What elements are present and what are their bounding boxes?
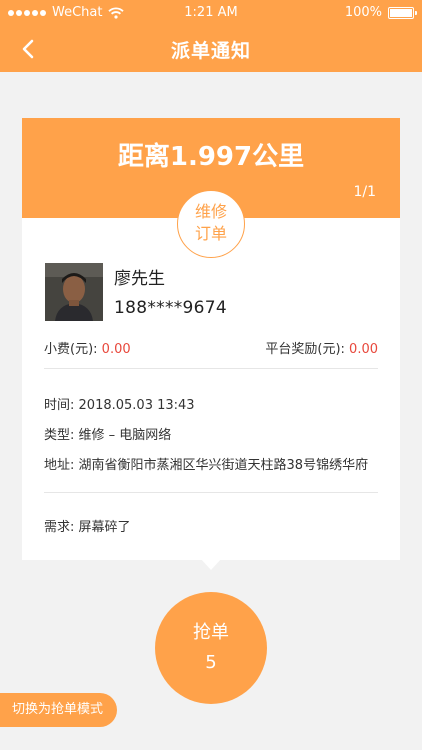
customer-name: 廖先生	[114, 269, 165, 289]
time-row: 时间: 2018.05.03 13:43	[44, 394, 195, 413]
reward-label: 平台奖励(元):	[265, 342, 345, 357]
platform-reward: 平台奖励(元): 0.00	[265, 338, 378, 357]
address-value: 湖南省衡阳市蒸湘区华兴街道天柱路38号锦绣华府	[78, 458, 369, 473]
customer-phone[interactable]: 188****9674	[114, 298, 227, 318]
page-title: 派单通知	[170, 40, 251, 62]
address-label: 地址:	[44, 458, 75, 473]
battery-label: 100%	[344, 5, 382, 20]
need-label: 需求:	[44, 520, 75, 535]
grab-order-label: 抢单	[193, 622, 229, 643]
type-value: 维修 – 电脑网络	[78, 428, 172, 443]
navigation-bar: 派单通知	[0, 26, 422, 72]
time-label: 时间:	[44, 398, 75, 413]
tip-amount: 小费(元): 0.00	[44, 338, 131, 357]
card-pointer	[200, 558, 222, 570]
avatar	[45, 263, 103, 321]
tip-value: 0.00	[101, 342, 131, 357]
switch-mode-button[interactable]: 切换为抢单模式	[0, 693, 118, 727]
divider	[44, 492, 378, 493]
avatar-image	[45, 263, 103, 321]
order-type-line2: 订单	[194, 224, 227, 243]
order-type-line1: 维修	[194, 202, 227, 221]
divider	[44, 368, 378, 369]
dispatch-card: 距离1.997公里 1/1 维修 订单 廖先生 188****9674 小费(元…	[22, 118, 400, 570]
address-row: 地址: 湖南省衡阳市蒸湘区华兴街道天柱路38号锦绣华府	[44, 454, 368, 473]
need-value: 屏幕碎了	[78, 520, 131, 535]
page-counter: 1/1	[353, 184, 376, 200]
status-bar: WeChat 1:21 AM 100%	[0, 0, 422, 26]
need-row: 需求: 屏幕碎了	[44, 516, 131, 535]
battery-icon	[388, 6, 417, 19]
reward-value: 0.00	[349, 342, 378, 357]
tip-label: 小费(元):	[44, 342, 98, 357]
status-right: 100%	[344, 5, 417, 20]
header-bar: WeChat 1:21 AM 100% 派单通知	[0, 0, 422, 72]
order-type-badge: 维修 订单	[177, 190, 245, 258]
grab-order-button[interactable]: 抢单 5	[155, 592, 267, 704]
distance-label: 距离1.997公里	[117, 142, 305, 172]
type-row: 类型: 维修 – 电脑网络	[44, 424, 171, 443]
time-value: 2018.05.03 13:43	[78, 398, 195, 413]
type-label: 类型:	[44, 428, 75, 443]
grab-order-count: 5	[205, 652, 217, 673]
